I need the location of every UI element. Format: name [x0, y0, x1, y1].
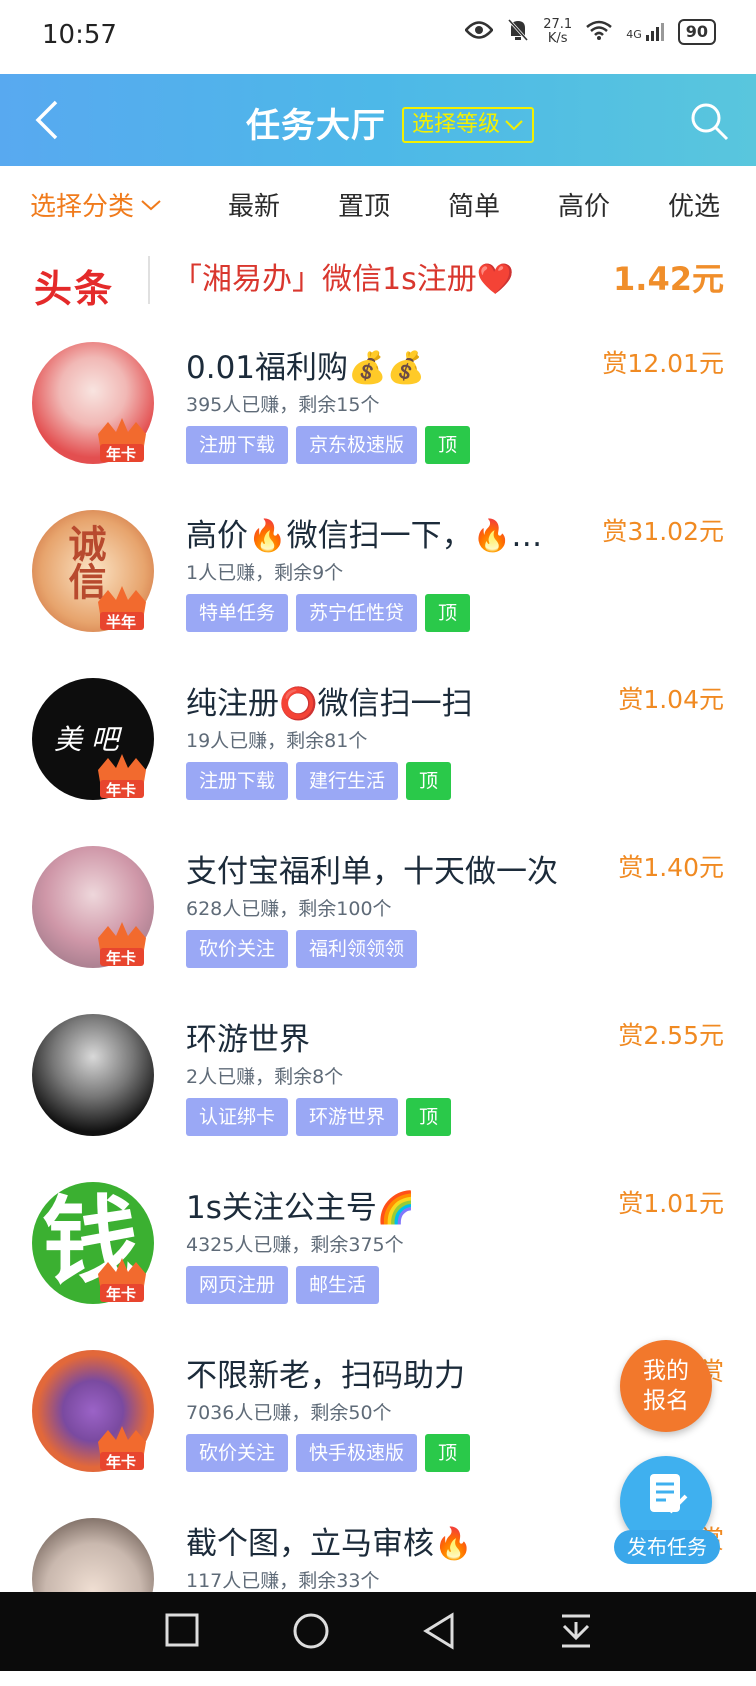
- task-reward: 赏2.55元: [618, 1021, 724, 1050]
- task-stats: 7036人已赚，剩余50个: [186, 1402, 392, 1424]
- task-tag: 邮生活: [296, 1266, 380, 1304]
- signal-icon: 4G: [626, 23, 664, 41]
- search-icon[interactable]: [690, 102, 730, 142]
- tab-high-price[interactable]: 高价: [558, 186, 610, 223]
- task-title: 环游世界: [186, 1022, 310, 1058]
- select-level-button[interactable]: 选择等级: [402, 107, 535, 143]
- task-item[interactable]: 年卡 支付宝福利单，十天做一次 赏1.40元 628人已赚，剩余100个 砍价关…: [0, 846, 756, 1014]
- system-nav-bar: [0, 1592, 756, 1671]
- pinned-tag: 顶: [425, 594, 471, 632]
- task-stats: 117人已赚，剩余33个: [186, 1570, 380, 1592]
- task-item[interactable]: 钱 年卡 1s关注公主号🌈 赏1.01元 4325人已赚，剩余375个 网页注册…: [0, 1182, 756, 1350]
- pinned-tag: 顶: [406, 1098, 452, 1136]
- membership-badge: 半年: [94, 582, 150, 634]
- task-tag: 网页注册: [186, 1266, 289, 1304]
- task-stats: 19人已赚，剩余81个: [186, 730, 368, 752]
- tab-pinned[interactable]: 置顶: [338, 186, 390, 223]
- mute-bell-icon: [507, 18, 529, 46]
- task-title: 高价🔥微信扫一下，🔥…: [186, 518, 543, 554]
- status-bar: 10:57 27.1 K/s 4G 90: [0, 0, 756, 74]
- task-title: 截个图，立马审核🔥: [186, 1526, 473, 1562]
- membership-badge: 年卡: [94, 918, 150, 970]
- task-tag: 苏宁任性贷: [296, 594, 418, 632]
- tab-latest[interactable]: 最新: [228, 186, 280, 223]
- task-tag: 福利领领领: [296, 930, 418, 968]
- tab-simple[interactable]: 简单: [448, 186, 500, 223]
- app-header: 任务大厅 选择等级: [0, 74, 756, 166]
- select-category-dropdown[interactable]: 选择分类: [30, 186, 162, 223]
- task-reward: 赏1.01元: [618, 1189, 724, 1218]
- task-reward: 赏1.40元: [618, 853, 724, 882]
- task-tag: 砍价关注: [186, 930, 289, 968]
- pinned-tag: 顶: [425, 1434, 471, 1472]
- membership-badge: 年卡: [94, 414, 150, 466]
- task-stats: 628人已赚，剩余100个: [186, 898, 392, 920]
- task-stats: 4325人已赚，剩余375个: [186, 1234, 404, 1256]
- status-time: 10:57: [42, 20, 117, 50]
- task-item[interactable]: 诚信 半年 高价🔥微信扫一下，🔥… 赏31.02元 1人已赚，剩余9个 特单任务…: [0, 510, 756, 678]
- chevron-down-icon: [505, 120, 523, 131]
- document-edit-icon: [648, 1472, 688, 1522]
- wifi-icon: [586, 20, 613, 44]
- my-registration-button[interactable]: 我的 报名: [620, 1340, 712, 1432]
- task-item[interactable]: 年卡 0.01福利购💰💰 赏12.01元 395人已赚，剩余15个 注册下载 京…: [0, 342, 756, 510]
- page-title: 任务大厅: [246, 106, 386, 146]
- task-reward: 赏31.02元: [602, 517, 724, 546]
- battery-indicator: 90: [677, 19, 716, 45]
- publish-task-label[interactable]: 发布任务: [614, 1530, 720, 1564]
- back-arrow-icon[interactable]: [30, 98, 70, 142]
- task-tag: 环游世界: [296, 1098, 399, 1136]
- network-speed: 27.1 K/s: [543, 17, 573, 46]
- task-title: 1s关注公主号🌈: [186, 1190, 416, 1226]
- membership-badge: 年卡: [94, 1254, 150, 1306]
- task-tag: 建行生活: [296, 762, 399, 800]
- chevron-down-icon: [141, 199, 161, 210]
- task-item[interactable]: 环游世界 赏2.55元 2人已赚，剩余8个 认证绑卡 环游世界 顶: [0, 1014, 756, 1182]
- task-tag: 特单任务: [186, 594, 289, 632]
- task-tag: 注册下载: [186, 762, 289, 800]
- eye-icon: [464, 21, 494, 43]
- task-title: 不限新老，扫码助力: [186, 1358, 465, 1394]
- pinned-tag: 顶: [425, 426, 471, 464]
- task-title: 0.01福利购💰💰: [186, 350, 426, 386]
- task-reward: 赏1.04元: [618, 685, 724, 714]
- pinned-tag: 顶: [406, 762, 452, 800]
- task-tag: 砍价关注: [186, 1434, 289, 1472]
- filter-tabs: 选择分类 最新 置顶 简单 高价 优选: [0, 166, 756, 242]
- task-stats: 1人已赚，剩余9个: [186, 562, 344, 584]
- tab-preferred[interactable]: 优选: [668, 186, 720, 223]
- avatar: [32, 1014, 154, 1136]
- membership-badge: 年卡: [94, 1422, 150, 1474]
- recent-apps-icon[interactable]: [164, 1612, 200, 1652]
- headline-banner[interactable]: 头条 「湘易办」微信1s注册❤️ 1.42元: [0, 242, 756, 322]
- home-icon[interactable]: [292, 1612, 330, 1654]
- headline-price: 1.42元: [613, 260, 724, 298]
- membership-badge: 年卡: [94, 750, 150, 802]
- task-tag: 认证绑卡: [186, 1098, 289, 1136]
- task-reward: 赏12.01元: [602, 349, 724, 378]
- headline-text: 「湘易办」微信1s注册❤️: [172, 262, 515, 297]
- notification-pull-down-icon[interactable]: [558, 1612, 594, 1654]
- task-stats: 2人已赚，剩余8个: [186, 1066, 344, 1088]
- task-tag: 注册下载: [186, 426, 289, 464]
- task-title: 支付宝福利单，十天做一次: [186, 854, 558, 890]
- task-stats: 395人已赚，剩余15个: [186, 394, 380, 416]
- divider: [148, 256, 150, 304]
- task-tag: 快手极速版: [296, 1434, 418, 1472]
- task-item[interactable]: 美 吧 年卡 纯注册⭕微信扫一扫 赏1.04元 19人已赚，剩余81个 注册下载…: [0, 678, 756, 846]
- task-title: 纯注册⭕微信扫一扫: [186, 686, 473, 722]
- back-icon[interactable]: [422, 1612, 458, 1654]
- task-tag: 京东极速版: [296, 426, 418, 464]
- headline-logo: 头条: [34, 267, 115, 311]
